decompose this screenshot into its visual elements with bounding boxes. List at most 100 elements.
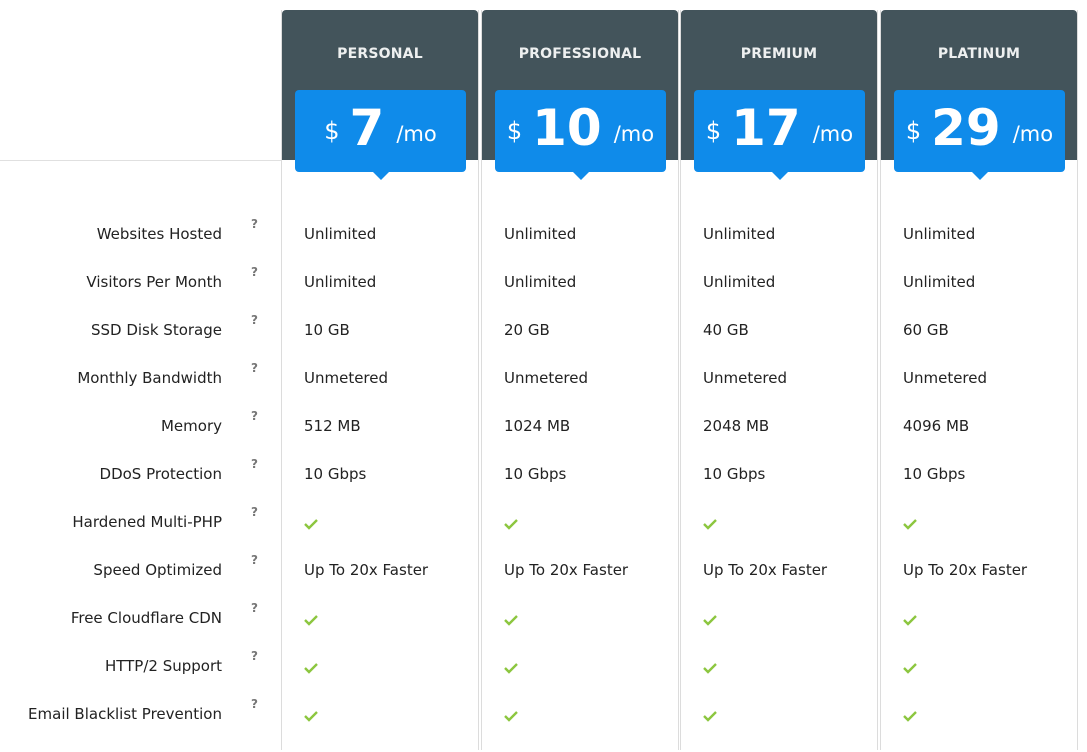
- price-badge: $29/mo: [894, 90, 1065, 180]
- feature-row: Websites Hosted?: [0, 217, 281, 272]
- feature-label: Email Blacklist Prevention: [28, 705, 222, 723]
- plan-feature-value: 10 Gbps: [504, 465, 567, 483]
- header-divider: [0, 160, 281, 161]
- help-icon[interactable]: ?: [251, 601, 258, 615]
- check-icon: [903, 663, 917, 674]
- plan-column-platinum: PLATINUM $29/mo Unlimited Unlimited 60 GB Unm…: [880, 10, 1078, 750]
- feature-label: SSD Disk Storage: [90, 321, 222, 339]
- check-icon: [504, 519, 518, 530]
- check-icon: [703, 519, 717, 530]
- plan-name: PREMIUM: [740, 46, 818, 62]
- feature-row: Speed Optimized?: [0, 553, 281, 608]
- check-icon: [703, 663, 717, 674]
- feature-row: Free Cloudflare CDN?: [0, 601, 281, 656]
- plan-feature-value: Up To 20x Faster: [703, 561, 828, 579]
- price-period: /mo: [812, 122, 854, 146]
- price-amount: 29: [931, 99, 1001, 157]
- feature-row: Email Blacklist Prevention?: [0, 697, 281, 752]
- plan-name: PLATINUM: [937, 46, 1021, 62]
- help-icon[interactable]: ?: [251, 409, 258, 423]
- plan-feature-value: Unlimited: [304, 273, 377, 291]
- price-amount: 7: [349, 99, 385, 157]
- plan-feature-value: Up To 20x Faster: [903, 561, 1028, 579]
- feature-label: Monthly Bandwidth: [77, 369, 222, 387]
- plan-header: PERSONAL $7/mo: [282, 10, 478, 180]
- plan-name: PROFESSIONAL: [518, 46, 642, 62]
- plan-header: PROFESSIONAL $10/mo: [482, 10, 678, 180]
- feature-label: Free Cloudflare CDN: [70, 609, 222, 627]
- check-icon: [703, 615, 717, 626]
- plan-feature-value: Unmetered: [903, 369, 988, 387]
- plan-feature-value: 20 GB: [504, 321, 550, 339]
- help-icon[interactable]: ?: [251, 457, 258, 471]
- feature-row: Monthly Bandwidth?: [0, 361, 281, 416]
- price-currency: $: [506, 117, 523, 145]
- plan-header: PLATINUM $29/mo: [881, 10, 1077, 180]
- check-icon: [304, 711, 318, 722]
- help-icon[interactable]: ?: [251, 361, 258, 375]
- plan-feature-value: Up To 20x Faster: [304, 561, 429, 579]
- plan-column-premium: PREMIUM $17/mo Unlimited Unlimited 40 GB Unme…: [680, 10, 878, 750]
- plan-feature-value: Unlimited: [304, 225, 377, 243]
- price-badge: $17/mo: [694, 90, 865, 180]
- feature-label: Memory: [160, 417, 222, 435]
- help-icon[interactable]: ?: [251, 697, 258, 711]
- feature-label: DDoS Protection: [99, 465, 222, 483]
- plan-feature-value: 60 GB: [903, 321, 949, 339]
- help-icon[interactable]: ?: [251, 313, 258, 327]
- price-badge: $10/mo: [495, 90, 666, 180]
- plan-feature-value: Unlimited: [703, 225, 776, 243]
- plan-feature-value: Unmetered: [504, 369, 589, 387]
- plan-feature-value: Unmetered: [304, 369, 389, 387]
- plan-feature-value: Unlimited: [504, 225, 577, 243]
- price-currency: $: [905, 117, 922, 145]
- price-currency: $: [324, 117, 340, 145]
- help-icon[interactable]: ?: [251, 217, 258, 231]
- check-icon: [504, 663, 518, 674]
- feature-row: Hardened Multi-PHP?: [0, 505, 281, 560]
- help-icon[interactable]: ?: [251, 649, 258, 663]
- plan-feature-value: 10 Gbps: [304, 465, 367, 483]
- plan-feature-value: 512 MB: [304, 417, 361, 435]
- plan-feature-value: 10 GB: [304, 321, 350, 339]
- feature-label: Hardened Multi-PHP: [72, 513, 222, 531]
- price-period: /mo: [613, 122, 655, 146]
- check-icon: [504, 615, 518, 626]
- check-icon: [903, 519, 917, 530]
- plan-header: PREMIUM $17/mo: [681, 10, 877, 180]
- plan-feature-value: 2048 MB: [703, 417, 770, 435]
- feature-row: Visitors Per Month?: [0, 265, 281, 320]
- help-icon[interactable]: ?: [251, 505, 258, 519]
- check-icon: [504, 711, 518, 722]
- plan-feature-value: Unlimited: [903, 273, 976, 291]
- plan-feature-value: 40 GB: [703, 321, 749, 339]
- plan-feature-value: 1024 MB: [504, 417, 571, 435]
- help-icon[interactable]: ?: [251, 265, 258, 279]
- check-icon: [304, 519, 318, 530]
- price-currency: $: [705, 117, 722, 145]
- price-period: /mo: [396, 122, 437, 146]
- plan-feature-value: 10 Gbps: [703, 465, 766, 483]
- check-icon: [903, 615, 917, 626]
- help-icon[interactable]: ?: [251, 553, 258, 567]
- feature-label: Visitors Per Month: [86, 273, 222, 291]
- price-amount: 10: [532, 99, 602, 157]
- plan-name: PERSONAL: [337, 46, 423, 62]
- check-icon: [903, 711, 917, 722]
- plan-feature-value: Unlimited: [903, 225, 976, 243]
- check-icon: [304, 615, 318, 626]
- plan-feature-value: Unlimited: [504, 273, 577, 291]
- feature-row: Memory?: [0, 409, 281, 464]
- price-badge: $7/mo: [295, 90, 466, 180]
- feature-row: DDoS Protection?: [0, 457, 281, 512]
- feature-label: Speed Optimized: [93, 561, 222, 579]
- feature-row: SSD Disk Storage?: [0, 313, 281, 368]
- plan-column-professional: PROFESSIONAL $10/mo Unlimited Unlimited 20 G…: [481, 10, 679, 750]
- feature-label: HTTP/2 Support: [104, 657, 222, 675]
- check-icon: [304, 663, 318, 674]
- plan-feature-value: Up To 20x Faster: [504, 561, 629, 579]
- plan-feature-value: Unmetered: [703, 369, 788, 387]
- check-icon: [703, 711, 717, 722]
- price-period: /mo: [1012, 122, 1054, 146]
- plan-feature-value: 10 Gbps: [903, 465, 966, 483]
